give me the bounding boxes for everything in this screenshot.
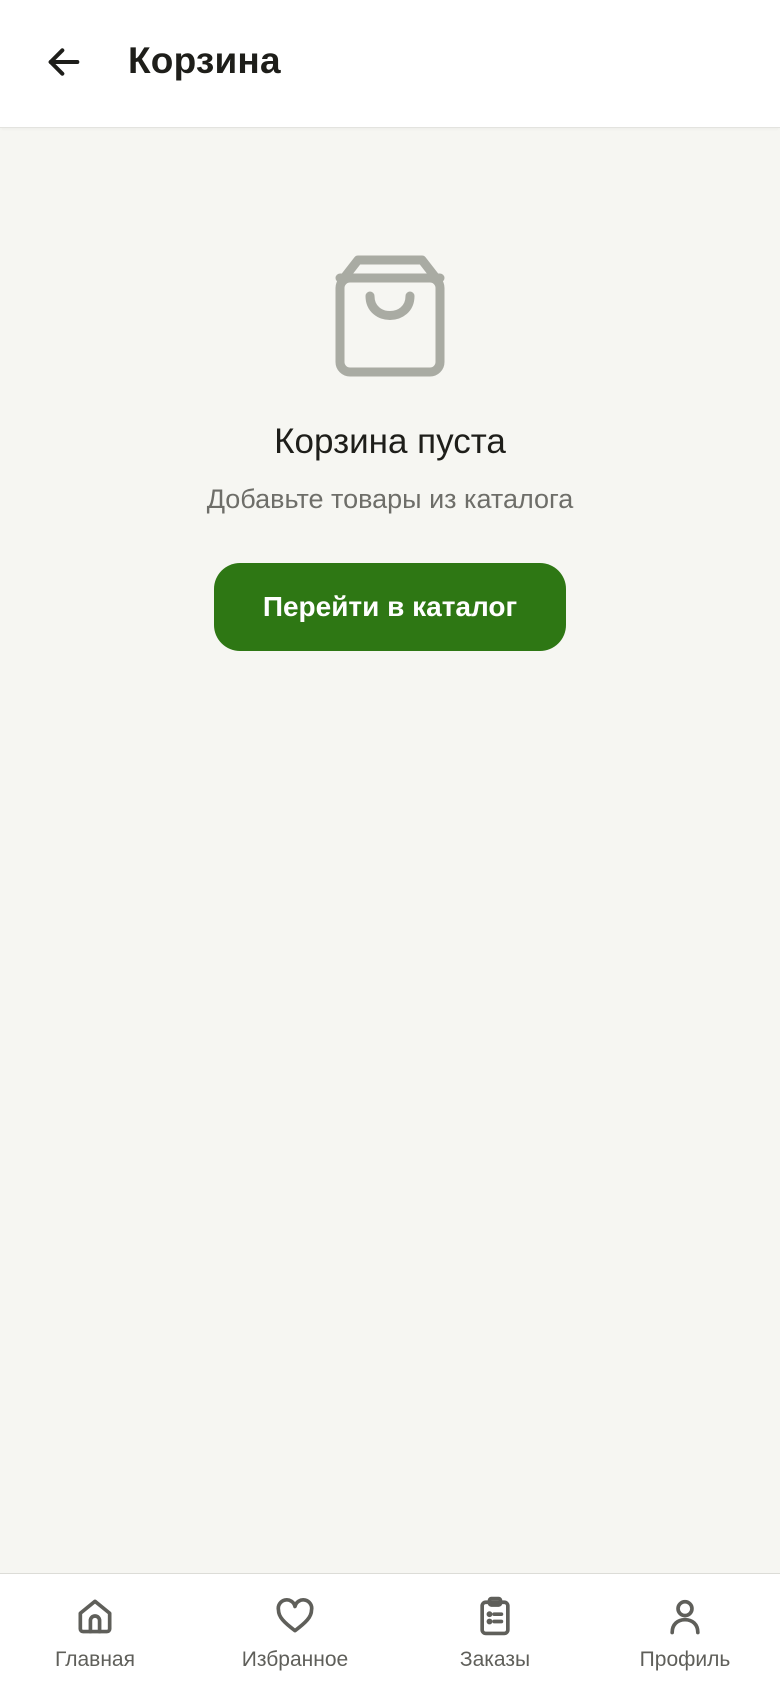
arrow-left-icon	[48, 48, 80, 76]
nav-label-profile: Профиль	[639, 1648, 731, 1671]
nav-item-favorites[interactable]: Избранное	[190, 1574, 400, 1688]
nav-label-orders: Заказы	[459, 1648, 531, 1671]
empty-cart-subtitle: Добавьте товары из каталога	[206, 484, 574, 514]
nav-item-profile[interactable]: Профиль	[590, 1574, 780, 1688]
top-app-bar: Корзина	[0, 0, 780, 128]
nav-item-home[interactable]: Главная	[0, 1574, 190, 1688]
clipboard-list-icon	[480, 1596, 510, 1636]
heart-icon	[276, 1598, 314, 1633]
nav-item-orders[interactable]: Заказы	[400, 1574, 590, 1688]
user-icon	[670, 1599, 700, 1635]
home-icon	[78, 1599, 112, 1634]
bottom-navigation: Главная Избранное Заказы Профиль	[0, 1573, 780, 1688]
empty-cart-title: Корзина пуста	[274, 422, 506, 461]
nav-label-home: Главная	[55, 1648, 135, 1671]
back-button[interactable]	[30, 28, 98, 96]
nav-label-favorites: Избранное	[241, 1648, 349, 1671]
empty-cart-state: Корзина пуста Добавьте товары из каталог…	[0, 250, 780, 651]
page-title: Корзина	[128, 40, 281, 81]
shopping-bag-icon	[335, 255, 445, 377]
cart-screen: Корзина Корзина пуста Добавьте товары из…	[0, 0, 780, 1688]
go-to-catalog-button[interactable]: Перейти в каталог	[214, 563, 566, 651]
